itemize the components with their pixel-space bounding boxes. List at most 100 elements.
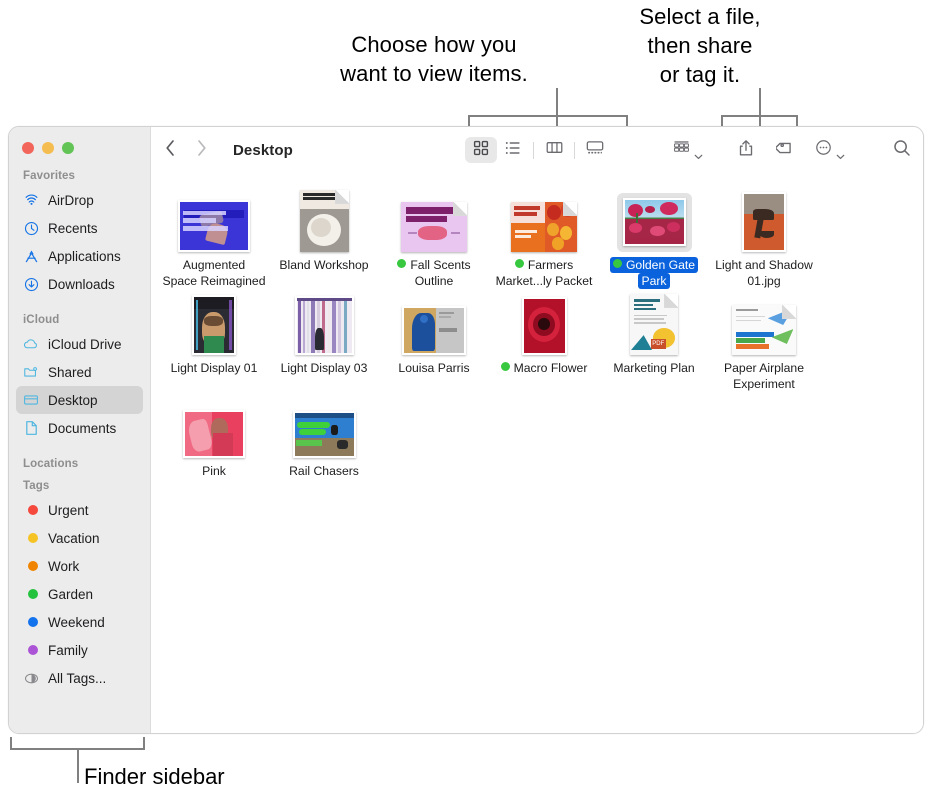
file-item-selected[interactable]: Golden Gate Park	[599, 186, 709, 289]
icon-view-button[interactable]	[465, 137, 497, 163]
finder-window: Favorites AirDrop Recents Applications D…	[8, 126, 924, 734]
file-name-line: Bland Workshop	[279, 258, 369, 272]
arrange-by-button[interactable]	[669, 137, 707, 163]
tag-button[interactable]	[765, 137, 805, 163]
file-thumbnail	[192, 295, 236, 355]
tag-badge-green	[397, 259, 407, 268]
file-label: Light Display 01	[158, 360, 270, 376]
back-button[interactable]	[165, 139, 176, 157]
all-tags-icon	[23, 670, 39, 686]
share-button[interactable]	[727, 137, 765, 163]
file-name-line: Light Display 03	[280, 361, 368, 375]
applications-icon	[23, 248, 39, 264]
sidebar-item-downloads[interactable]: Downloads	[16, 270, 143, 298]
window-controls	[22, 142, 74, 154]
file-item[interactable]: Light Display 03	[269, 289, 379, 392]
zoom-button[interactable]	[62, 142, 74, 154]
sidebar-item-recents[interactable]: Recents	[16, 214, 143, 242]
sidebar-tag-work[interactable]: Work	[16, 552, 143, 580]
sidebar-tag-urgent[interactable]: Urgent	[16, 496, 143, 524]
toolbar-divider	[533, 141, 534, 159]
arrange-group	[669, 136, 707, 164]
tag-dot-icon	[23, 642, 39, 658]
file-item[interactable]: Rail Chasers	[269, 392, 379, 479]
sidebar-item-shared[interactable]: Shared	[16, 358, 143, 386]
sidebar-callout-text: Finder sidebar	[84, 764, 225, 789]
file-name-line: Pink	[202, 464, 226, 478]
sidebar-item-icloud-drive[interactable]: iCloud Drive	[16, 330, 143, 358]
close-button[interactable]	[22, 142, 34, 154]
columns-icon	[546, 140, 563, 160]
file-thumbnail	[178, 200, 250, 252]
desktop-icon	[23, 392, 39, 408]
file-name-line: Fall Scents	[394, 257, 473, 273]
file-item[interactable]: Louisa Parris	[379, 289, 489, 392]
sidebar-all-tags[interactable]: All Tags...	[16, 664, 143, 692]
finder-content: Desktop Augmented Space Reimagined Bland…	[151, 127, 923, 733]
file-name-line: Space Reimagined	[162, 274, 266, 288]
file-item[interactable]: Light and Shadow 01.jpg	[709, 186, 819, 289]
sidebar-item-desktop[interactable]: Desktop	[16, 386, 143, 414]
tag-badge-green	[500, 362, 510, 371]
document-dogear	[334, 190, 349, 204]
file-label: Marketing Plan	[598, 360, 710, 376]
file-item[interactable]: Paper Airplane Experiment	[709, 289, 819, 392]
file-item[interactable]: Fall Scents Outline	[379, 186, 489, 289]
sidebar-item-airdrop[interactable]: AirDrop	[16, 186, 143, 214]
sidebar-tag-family[interactable]: Family	[16, 636, 143, 664]
file-label: Light Display 03	[268, 360, 380, 376]
file-item[interactable]: Macro Flower	[489, 289, 599, 392]
sidebar-item-label: Recents	[48, 220, 98, 236]
sidebar-section-icloud: iCloud	[23, 314, 60, 326]
file-name-line: Paper Airplane	[724, 361, 804, 375]
file-label: Golden Gate Park	[598, 257, 710, 289]
shared-folder-icon	[23, 364, 39, 380]
file-thumbnail	[294, 296, 354, 355]
view-callout-leader-line	[556, 88, 558, 126]
column-view-button[interactable]	[538, 137, 570, 163]
view-mode-segmented-control	[465, 136, 611, 164]
document-dogear	[563, 202, 577, 216]
sidebar-item-applications[interactable]: Applications	[16, 242, 143, 270]
page-title: Desktop	[233, 142, 293, 159]
file-item[interactable]: Pink	[159, 392, 269, 479]
file-thumbnail	[511, 202, 577, 252]
file-name-line: Louisa Parris	[398, 361, 470, 375]
sidebar-item-documents[interactable]: Documents	[16, 414, 143, 442]
file-name-line: Marketing Plan	[613, 361, 695, 375]
minimize-button[interactable]	[42, 142, 54, 154]
sidebar-tag-weekend[interactable]: Weekend	[16, 608, 143, 636]
tag-dot-icon	[23, 558, 39, 574]
list-view-button[interactable]	[497, 137, 529, 163]
file-name-line: Golden Gate	[609, 257, 699, 273]
gallery-icon	[586, 140, 604, 160]
file-label: Farmers Market...ly Packet	[488, 257, 600, 289]
file-item[interactable]: Bland Workshop	[269, 186, 379, 289]
search-button[interactable]	[889, 137, 915, 163]
file-item[interactable]: Farmers Market...ly Packet	[489, 186, 599, 289]
sidebar-tag-garden[interactable]: Garden	[16, 580, 143, 608]
forward-button[interactable]	[196, 139, 207, 157]
file-item[interactable]: Augmented Space Reimagined	[159, 186, 269, 289]
file-item[interactable]: Light Display 01	[159, 289, 269, 392]
file-thumbnail	[402, 306, 466, 355]
airdrop-icon	[23, 192, 39, 208]
tag-dot-icon	[23, 502, 39, 518]
sidebar-tag-vacation[interactable]: Vacation	[16, 524, 143, 552]
tag-dot-icon	[23, 530, 39, 546]
file-name-line: Farmers	[512, 257, 576, 273]
gallery-view-button[interactable]	[579, 137, 611, 163]
document-dogear	[453, 202, 467, 216]
file-thumbnail	[732, 305, 796, 355]
more-actions-button[interactable]	[811, 137, 849, 163]
file-label: Bland Workshop	[268, 257, 380, 273]
file-name-line: Light and Shadow	[715, 258, 813, 272]
sidebar-item-label: Desktop	[48, 392, 98, 408]
file-thumbnail	[299, 190, 349, 252]
sidebar-item-label: Downloads	[48, 276, 115, 292]
file-item[interactable]: PDF Marketing Plan	[599, 289, 709, 392]
file-label: Louisa Parris	[378, 360, 490, 376]
file-label: Rail Chasers	[268, 463, 380, 479]
tag-dot-icon	[23, 586, 39, 602]
share-callout-leader-line	[759, 88, 761, 126]
